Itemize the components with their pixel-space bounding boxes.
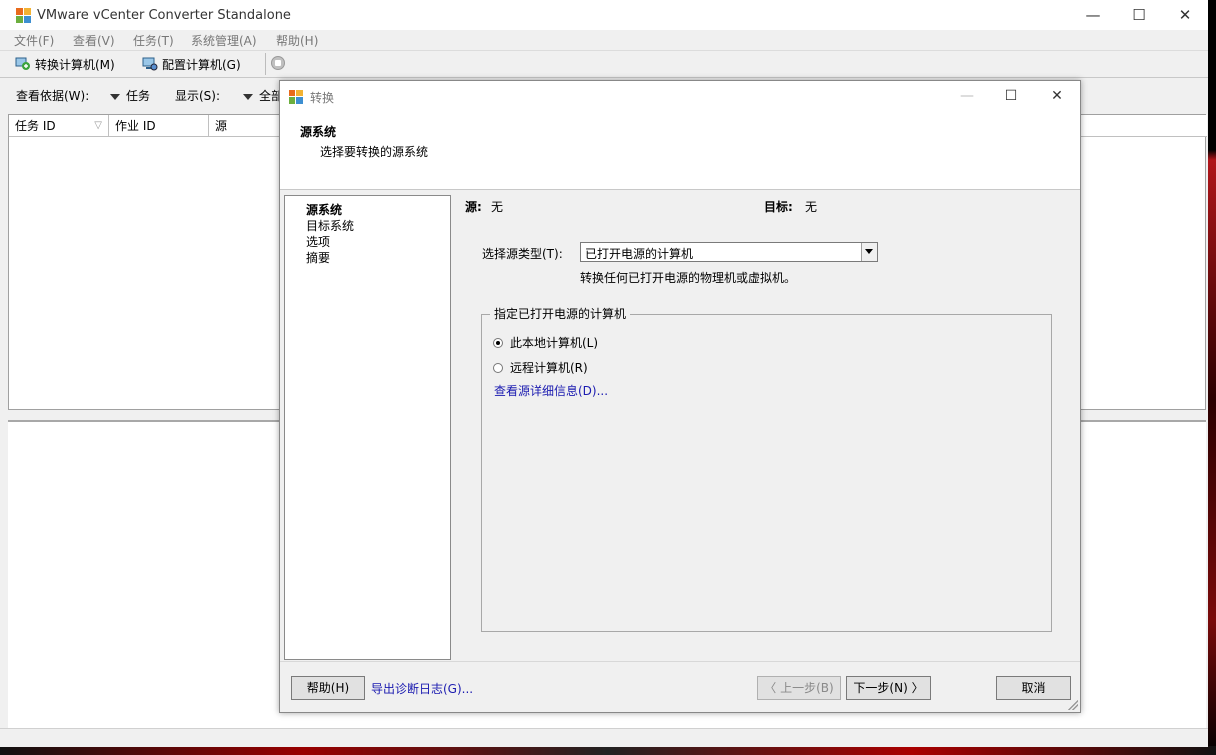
column-job-id[interactable]: 作业 ID (109, 115, 209, 137)
convert-machine-button[interactable]: 转换计算机(M) (15, 54, 115, 74)
menu-administration[interactable]: 系统管理(A) (191, 32, 257, 49)
sort-arrow-icon: ▽ (94, 120, 102, 131)
menu-file[interactable]: 文件(F) (14, 32, 54, 49)
dialog-maximize-button[interactable]: ☐ (988, 81, 1034, 111)
back-button[interactable]: 〈 上一步(B) (757, 676, 841, 700)
dialog-header: 源系统 选择要转换的源系统 (280, 111, 1080, 190)
source-type-value: 已打开电源的计算机 (585, 247, 694, 261)
convert-machine-label: 转换计算机(M) (35, 57, 115, 72)
taskbar-strip (0, 746, 1216, 755)
vmware-logo-icon (289, 90, 303, 104)
next-button[interactable]: 下一步(N) 〉 (846, 676, 931, 700)
dropdown-arrow-icon (243, 93, 253, 100)
dialog-title: 转换 (310, 91, 335, 105)
conversion-dialog: 转换 — ☐ ✕ 源系统 选择要转换的源系统 源系统 目标系统 选项 摘要 源:… (279, 80, 1081, 713)
main-window-title: VMware vCenter Converter Standalone (37, 8, 291, 23)
toolbar: 转换计算机(M) 配置计算机(G) (0, 50, 1208, 78)
view-by-dropdown[interactable]: 任务 (110, 87, 150, 104)
resize-grip-icon[interactable] (1068, 700, 1078, 710)
show-label: 显示(S): (175, 89, 221, 103)
toolbar-separator (265, 53, 266, 75)
source-value: 无 (491, 200, 504, 214)
desktop-background (1208, 0, 1216, 755)
source-type-label: 选择源类型(T): (482, 247, 563, 261)
menu-task[interactable]: 任务(T) (133, 32, 174, 49)
target-value: 无 (805, 200, 818, 214)
dialog-titlebar: 转换 — ☐ ✕ (280, 81, 1080, 111)
configure-machine-icon (142, 57, 158, 71)
close-button[interactable]: ✕ (1162, 0, 1208, 30)
radio-remote-label: 远程计算机(R) (510, 361, 588, 375)
menu-help[interactable]: 帮助(H) (276, 32, 318, 49)
convert-machine-icon (15, 57, 30, 70)
step-subtitle: 选择要转换的源系统 (320, 145, 429, 159)
status-bar (0, 728, 1208, 747)
export-diagnostic-log-link[interactable]: 导出诊断日志(G)... (371, 680, 473, 697)
maximize-button[interactable]: ☐ (1116, 0, 1162, 30)
configure-machine-label: 配置计算机(G) (162, 57, 241, 72)
dropdown-arrow-icon (110, 93, 120, 100)
nav-item-summary[interactable]: 摘要 (306, 249, 330, 266)
nav-item-source-system[interactable]: 源系统 (306, 201, 342, 218)
view-by-label: 查看依据(W): (16, 89, 90, 103)
vmware-logo-icon (16, 8, 31, 23)
radio-selected-icon[interactable] (493, 337, 503, 348)
dialog-close-button[interactable]: ✕ (1034, 81, 1080, 111)
menu-bar: 文件(F) 查看(V) 任务(T) 系统管理(A) 帮助(H) (0, 30, 1208, 50)
footer-divider (280, 661, 1080, 662)
target-label: 目标: (764, 200, 793, 214)
cancel-button[interactable]: 取消 (996, 676, 1071, 700)
group-title: 指定已打开电源的计算机 (490, 305, 631, 322)
configure-machine-button[interactable]: 配置计算机(G) (142, 54, 241, 74)
source-label: 源: (465, 200, 482, 214)
radio-local-label: 此本地计算机(L) (510, 336, 599, 350)
nav-item-target-system[interactable]: 目标系统 (306, 217, 354, 234)
radio-remote-machine[interactable]: 远程计算机(R) (493, 359, 588, 376)
menu-view[interactable]: 查看(V) (73, 32, 115, 49)
radio-local-machine[interactable]: 此本地计算机(L) (493, 334, 598, 351)
source-type-hint: 转换任何已打开电源的物理机或虚拟机。 (580, 271, 797, 285)
chevron-down-icon[interactable] (861, 243, 877, 261)
column-task-id[interactable]: 任务 ID ▽ (9, 115, 109, 137)
step-title: 源系统 (300, 125, 337, 139)
wizard-step-nav: 源系统 目标系统 选项 摘要 (284, 195, 451, 660)
help-button[interactable]: 帮助(H) (291, 676, 365, 700)
stop-icon[interactable] (271, 56, 285, 70)
nav-item-options[interactable]: 选项 (306, 233, 330, 250)
show-dropdown[interactable]: 全部 (243, 87, 283, 104)
view-source-details-link[interactable]: 查看源详细信息(D)... (494, 382, 608, 399)
powered-on-machine-group: 指定已打开电源的计算机 此本地计算机(L) 远程计算机(R) 查看源详细信息(D… (481, 305, 1052, 632)
radio-unselected-icon[interactable] (493, 362, 503, 373)
step-content: 源: 无 目标: 无 选择源类型(T): 已打开电源的计算机 转换任何已打开电源… (455, 189, 1080, 659)
minimize-button[interactable]: — (1070, 0, 1116, 30)
main-titlebar: VMware vCenter Converter Standalone — ☐ … (0, 0, 1208, 30)
dialog-minimize-button[interactable]: — (944, 81, 990, 111)
source-type-select[interactable]: 已打开电源的计算机 (580, 242, 878, 262)
